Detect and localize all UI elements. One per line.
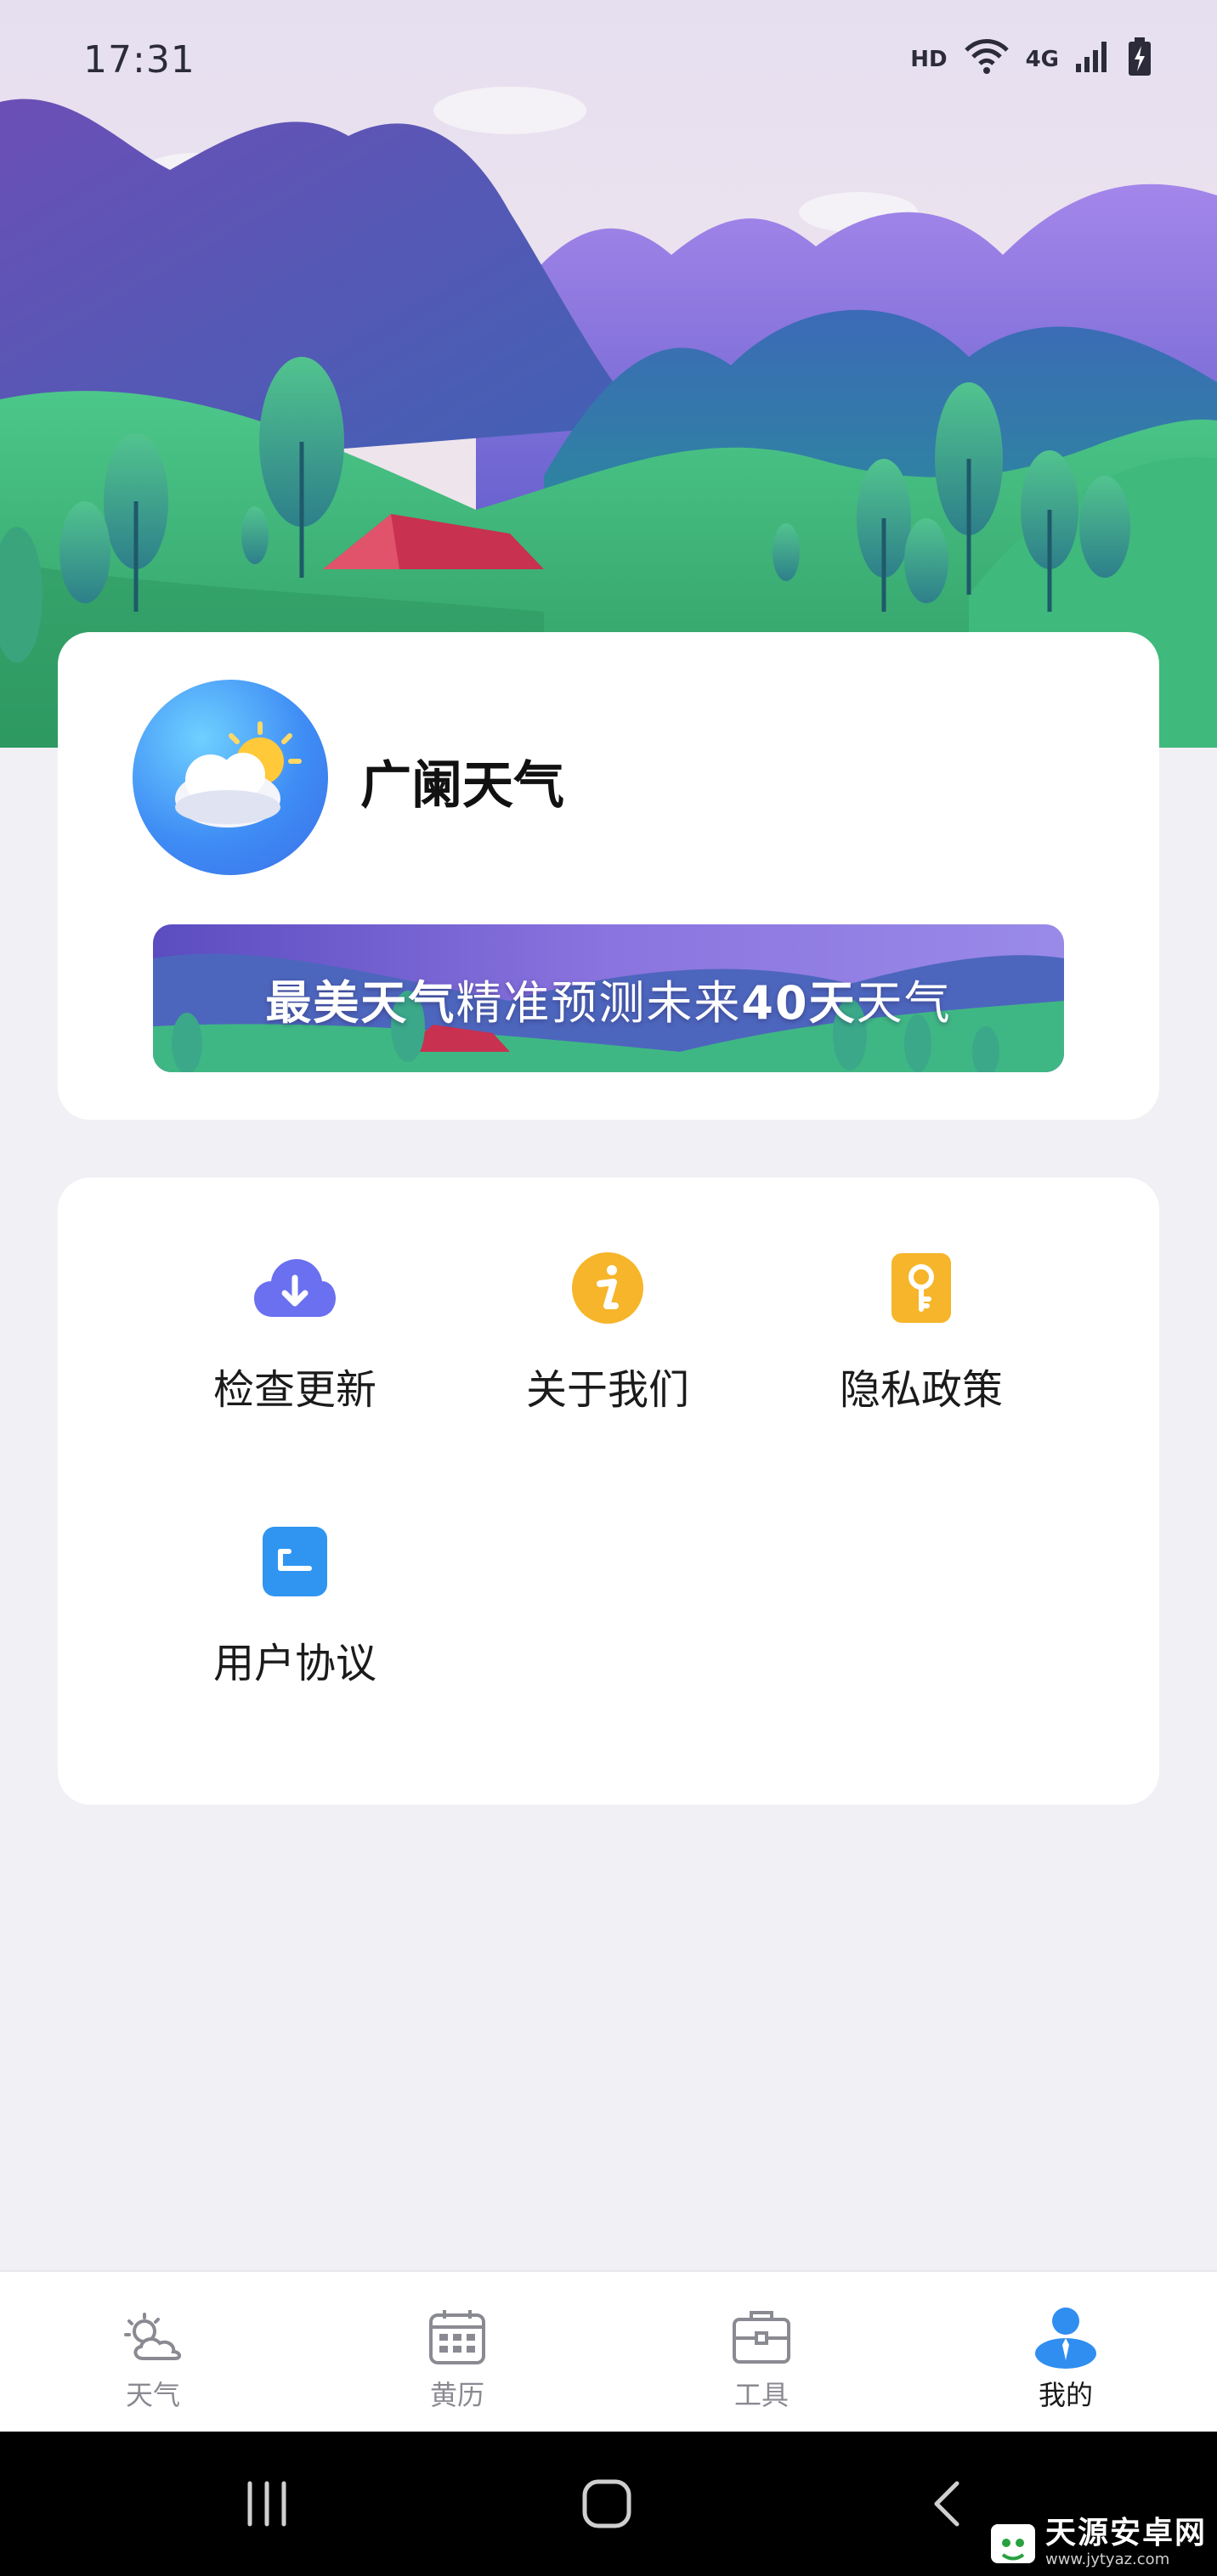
wifi-icon bbox=[963, 38, 1010, 82]
home-button[interactable] bbox=[539, 2432, 675, 2576]
status-bar: 17:31 HD 4G bbox=[0, 0, 1217, 119]
tab-almanac[interactable]: 黄历 bbox=[364, 2272, 551, 2433]
about-us-button[interactable]: 关于我们 bbox=[480, 1212, 735, 1415]
watermark-url: www.jytyaz.com bbox=[1044, 2551, 1170, 2568]
toolbox-icon bbox=[727, 2302, 795, 2370]
bottom-nav: 天气 黄历 工具 我的 bbox=[0, 2270, 1217, 2432]
tab-weather[interactable]: 天气 bbox=[59, 2272, 246, 2433]
info-icon bbox=[565, 1249, 650, 1327]
cloud-sun-icon bbox=[133, 680, 328, 875]
screen: 17:31 HD 4G 广阑天气 最美天气 精准预测未来 40天 天气 检查更新… bbox=[0, 0, 1217, 2576]
status-icons: HD 4G bbox=[910, 37, 1152, 82]
promo-text-part4: 天气 bbox=[856, 975, 952, 1030]
battery-charging-icon bbox=[1127, 37, 1152, 82]
user-agreement-button[interactable]: 用户协议 bbox=[167, 1485, 422, 1689]
tab-mine-label: 我的 bbox=[1038, 2379, 1093, 2411]
cloud-download-icon bbox=[252, 1249, 337, 1327]
promo-text-part2: 精准预测未来 bbox=[456, 975, 742, 1030]
watermark-title: 天源安卓网 bbox=[1044, 2516, 1207, 2551]
key-icon bbox=[879, 1249, 964, 1327]
check-update-button[interactable]: 检查更新 bbox=[167, 1212, 422, 1415]
status-time: 17:31 bbox=[83, 37, 195, 82]
promo-text: 最美天气 精准预测未来 40天 天气 bbox=[153, 924, 1064, 1072]
privacy-policy-label: 隐私政策 bbox=[839, 1366, 1003, 1414]
signal-icon bbox=[1074, 40, 1112, 80]
recent-apps-button[interactable] bbox=[199, 2432, 335, 2576]
tab-weather-label: 天气 bbox=[125, 2379, 180, 2411]
watermark-logo-icon bbox=[990, 2524, 1035, 2563]
document-icon bbox=[252, 1522, 337, 1601]
home-icon bbox=[582, 2479, 631, 2528]
recent-apps-icon bbox=[247, 2481, 286, 2527]
user-icon bbox=[1032, 2302, 1100, 2370]
calendar-icon bbox=[423, 2302, 491, 2370]
app-info-card: 广阑天气 最美天气 精准预测未来 40天 天气 bbox=[58, 632, 1159, 1120]
about-us-label: 关于我们 bbox=[525, 1366, 689, 1414]
promo-banner[interactable]: 最美天气 精准预测未来 40天 天气 bbox=[153, 924, 1064, 1072]
menu-card: 检查更新 关于我们 隐私政策 用户协议 bbox=[58, 1178, 1159, 1805]
tab-tools-label: 工具 bbox=[733, 2379, 789, 2411]
check-update-label: 检查更新 bbox=[212, 1366, 376, 1414]
hd-badge: HD bbox=[910, 47, 948, 72]
network-type: 4G bbox=[1025, 47, 1059, 72]
promo-text-part1: 最美天气 bbox=[265, 975, 456, 1030]
user-agreement-label: 用户协议 bbox=[212, 1640, 376, 1687]
app-name: 广阑天气 bbox=[360, 756, 564, 816]
watermark: 天源安卓网 www.jytyaz.com bbox=[988, 2513, 1207, 2573]
privacy-policy-button[interactable]: 隐私政策 bbox=[794, 1212, 1049, 1415]
watermark-text: 天源安卓网 www.jytyaz.com bbox=[1045, 2518, 1207, 2568]
tab-tools[interactable]: 工具 bbox=[668, 2272, 855, 2433]
back-icon bbox=[934, 2481, 959, 2527]
tab-mine[interactable]: 我的 bbox=[972, 2272, 1159, 2433]
weather-icon bbox=[119, 2302, 187, 2370]
promo-text-part3: 40天 bbox=[741, 975, 857, 1030]
tab-almanac-label: 黄历 bbox=[429, 2379, 484, 2411]
